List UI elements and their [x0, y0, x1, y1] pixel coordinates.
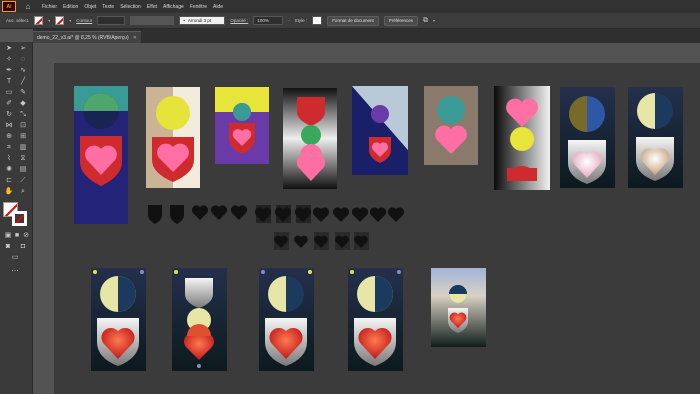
artboard-card-4[interactable] — [283, 88, 337, 189]
artboard-card-12[interactable] — [259, 268, 314, 371]
artwork — [74, 86, 683, 371]
artboard-card-10[interactable] — [91, 268, 146, 371]
artboard-card-2[interactable] — [146, 87, 200, 188]
artboard-card-8[interactable] — [560, 87, 615, 188]
artboard-card-6[interactable] — [424, 86, 478, 165]
artboard-card-1[interactable] — [74, 86, 128, 224]
artboard-card-14[interactable] — [431, 268, 486, 347]
symbol-row-1[interactable] — [148, 205, 405, 224]
artboard-card-13[interactable] — [348, 268, 403, 371]
symbol-row-2[interactable] — [274, 232, 369, 250]
artboard-card-11[interactable] — [172, 268, 227, 371]
artboard-card-5[interactable] — [352, 86, 408, 175]
artboard-card-9[interactable] — [628, 87, 683, 188]
artboard-card-3[interactable] — [215, 87, 269, 164]
artboard-card-7[interactable] — [494, 86, 550, 190]
